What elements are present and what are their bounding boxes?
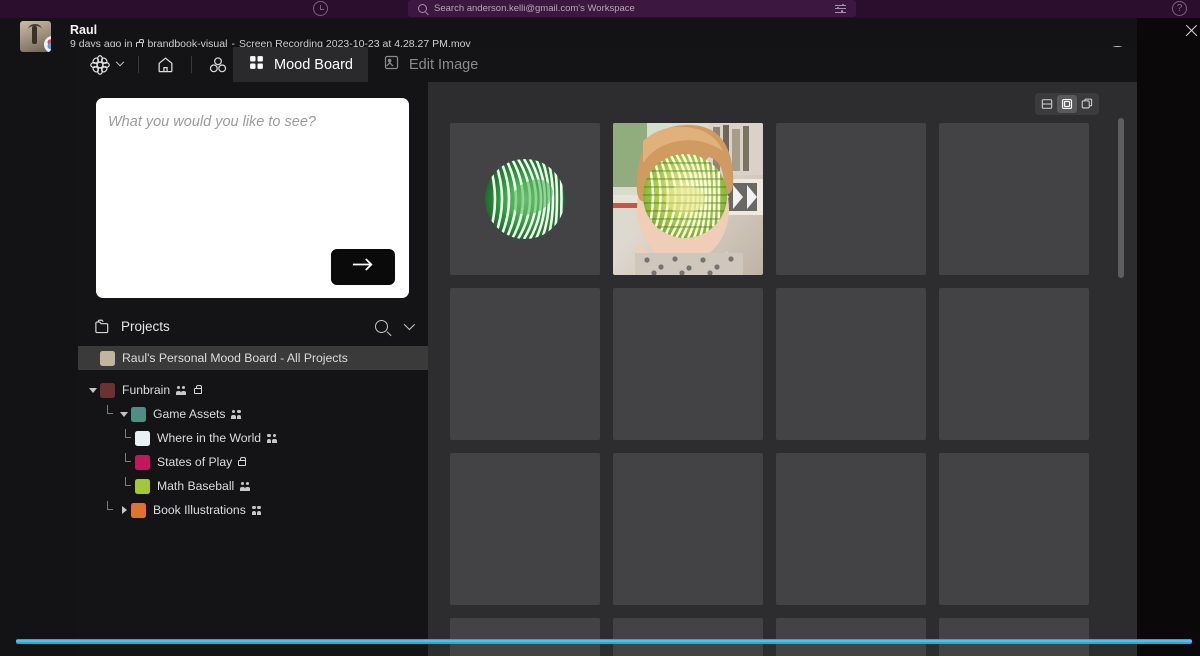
tree-item-math-baseball[interactable]: Math Baseball <box>78 474 428 498</box>
help-circle-icon[interactable]: ? <box>1172 1 1187 16</box>
twisty-down-icon[interactable] <box>117 402 131 426</box>
file-thumbnail <box>20 20 51 52</box>
twisty-down-icon[interactable] <box>86 378 100 402</box>
view-mode-toggle <box>1035 93 1099 115</box>
optical-illusion-circle <box>450 123 600 275</box>
grid-tile-image[interactable] <box>450 123 600 275</box>
mood-board-canvas <box>428 82 1137 656</box>
lock-icon <box>238 457 246 467</box>
tree-item-label: States of Play <box>157 455 233 469</box>
image-grid <box>450 123 1110 656</box>
tree-elbow <box>122 426 135 450</box>
tree-elbow <box>122 450 135 474</box>
tree-item-label: Where in the World <box>157 431 262 445</box>
projects-tree: Raul's Personal Mood Board - All Project… <box>78 346 428 522</box>
chevron-down-icon[interactable] <box>113 51 127 78</box>
app-badge-icon <box>44 35 51 52</box>
grid-tile-empty[interactable] <box>939 288 1089 440</box>
tree-elbow <box>104 498 117 522</box>
toolbar-divider-2 <box>191 56 192 73</box>
grid-tile-image[interactable] <box>613 123 763 275</box>
grid-tile-empty[interactable] <box>450 453 600 605</box>
people-icon <box>251 505 263 515</box>
file-author: Raul <box>70 22 98 37</box>
tab-edit-image-label: Edit Image <box>409 56 479 73</box>
tree-item-label: Game Assets <box>153 407 226 421</box>
tab-edit-image[interactable]: Edit Image <box>368 47 493 82</box>
projects-header: Projects <box>78 310 428 342</box>
projects-title: Projects <box>121 318 170 334</box>
grid-tile-empty[interactable] <box>613 453 763 605</box>
home-icon[interactable] <box>150 51 180 79</box>
workspace-search-placeholder: Search anderson.kelli@gmail.com's Worksp… <box>434 3 635 14</box>
folder-icon <box>94 319 111 334</box>
people-icon <box>176 385 187 395</box>
grid-tile-empty[interactable] <box>776 618 926 656</box>
app-root: ••• • • • • § a Search anderson.kelli@gm… <box>0 0 1200 656</box>
arrow-right-icon <box>351 256 375 278</box>
projects-collapse-icon[interactable] <box>403 318 416 331</box>
grid-tile-empty[interactable] <box>939 453 1089 605</box>
overlay-right-dim <box>1137 18 1200 656</box>
tab-mood-board[interactable]: Mood Board <box>233 47 368 82</box>
image-edit-icon <box>383 54 400 75</box>
grid-tile-empty[interactable] <box>450 288 600 440</box>
project-icon <box>100 382 115 398</box>
tree-elbow <box>104 402 117 426</box>
twisty-right-icon[interactable] <box>117 498 131 522</box>
sliders-icon[interactable] <box>835 3 846 14</box>
people-icon <box>267 433 278 443</box>
projects-search-icon[interactable] <box>375 319 388 333</box>
toolbar-divider-1 <box>138 56 139 73</box>
grid-tile-empty[interactable] <box>939 618 1089 656</box>
project-icon <box>131 406 146 422</box>
project-icon <box>131 502 146 518</box>
project-icon <box>135 454 150 470</box>
tree-item-where-in-the-world[interactable]: Where in the World <box>78 426 428 450</box>
tree-elbow <box>122 474 135 498</box>
recording-progress-bar[interactable] <box>16 639 1192 644</box>
tree-item-label: Raul's Personal Mood Board - All Project… <box>122 351 348 365</box>
prompt-input[interactable]: What you would you like to see? <box>96 98 409 298</box>
project-icon <box>100 350 115 366</box>
project-icon <box>135 478 150 494</box>
view-mode-list-button[interactable] <box>1037 95 1057 113</box>
tree-item-label: Book Illustrations <box>153 503 246 517</box>
tree-item-game-assets[interactable]: Game Assets <box>78 402 428 426</box>
tree-item-personal-mood-board[interactable]: Raul's Personal Mood Board - All Project… <box>78 346 428 370</box>
editor-toolbar: Mood Board Edit Image <box>78 47 1137 82</box>
grid-tile-empty[interactable] <box>450 618 600 656</box>
grid-tile-empty[interactable] <box>776 453 926 605</box>
workspace-search-input[interactable]: Search anderson.kelli@gmail.com's Worksp… <box>408 0 856 17</box>
people-icon <box>231 409 242 419</box>
lock-icon <box>194 385 202 395</box>
flower-logo-icon[interactable] <box>86 51 113 78</box>
tree-item-states-of-play[interactable]: States of Play <box>78 450 428 474</box>
tree-item-funbrain[interactable]: Funbrain <box>78 378 428 402</box>
grid-tile-empty[interactable] <box>776 288 926 440</box>
scrollbar-thumb[interactable] <box>1118 118 1124 278</box>
project-icon <box>135 430 150 446</box>
search-icon <box>418 4 427 13</box>
grid-tile-empty[interactable] <box>939 123 1089 275</box>
close-icon[interactable] <box>1184 23 1199 38</box>
tab-mood-board-label: Mood Board <box>274 56 353 73</box>
scrollbar-track[interactable] <box>1118 118 1124 648</box>
child-portrait-with-illusion-overlay <box>613 123 763 275</box>
prompt-placeholder: What you would you like to see? <box>108 114 316 130</box>
prompt-submit-button[interactable] <box>331 249 395 285</box>
cluster-icon[interactable] <box>203 51 233 79</box>
grid-tile-empty[interactable] <box>613 288 763 440</box>
grid-tile-empty[interactable] <box>776 123 926 275</box>
tree-item-book-illustrations[interactable]: Book Illustrations <box>78 498 428 522</box>
view-mode-stack-button[interactable] <box>1077 95 1097 113</box>
clock-icon[interactable] <box>313 1 328 16</box>
people-icon <box>240 481 251 491</box>
grid-icon <box>248 54 265 75</box>
grid-tile-empty[interactable] <box>613 618 763 656</box>
left-panel: What you would you like to see? Projects <box>78 82 428 656</box>
tree-item-label: Math Baseball <box>157 479 235 493</box>
tree-item-label: Funbrain <box>122 383 171 397</box>
view-mode-single-button[interactable] <box>1057 95 1077 113</box>
